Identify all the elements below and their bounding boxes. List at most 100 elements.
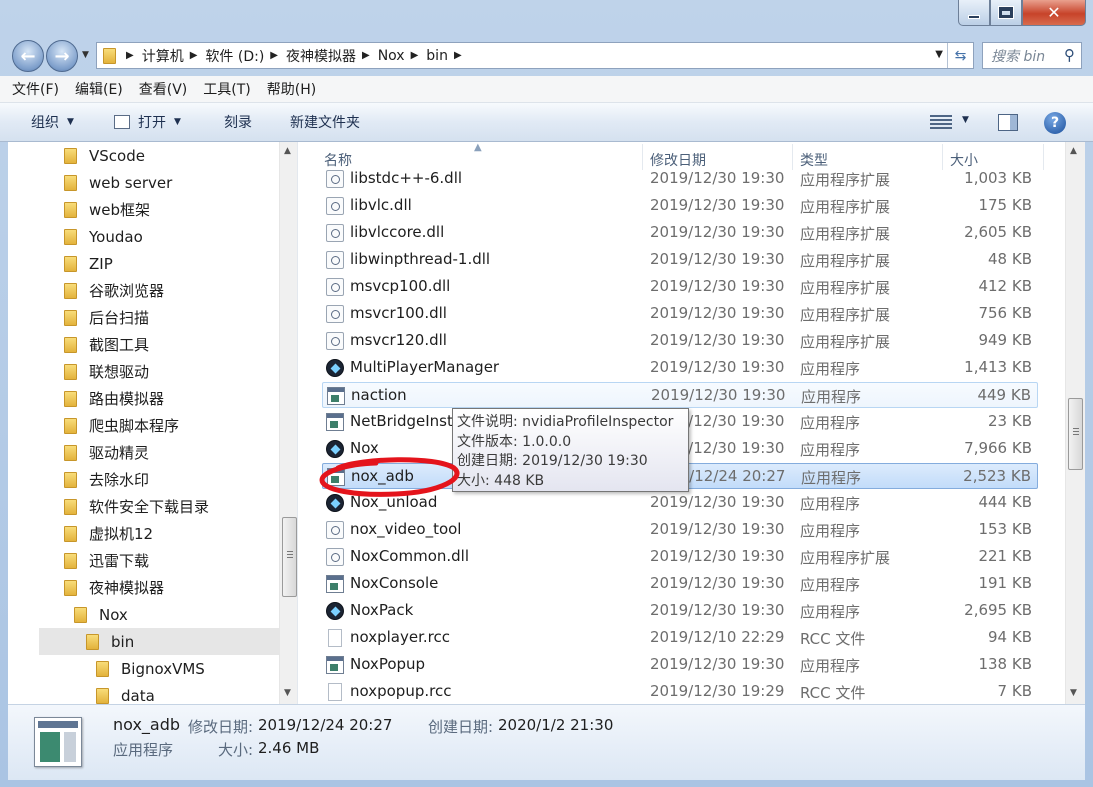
new-folder-button[interactable]: 新建文件夹 <box>290 112 360 132</box>
breadcrumb-separator-icon[interactable]: ▶ <box>454 50 462 61</box>
recent-pages-dropdown[interactable]: ▼ <box>82 50 89 60</box>
file-size: 2,605 KB <box>964 223 1032 241</box>
file-name: libvlccore.dll <box>350 223 445 241</box>
preview-pane-icon[interactable] <box>998 114 1018 131</box>
nav-folder-item[interactable]: 后台扫描 <box>64 304 149 331</box>
nav-folder-label: 迅雷下载 <box>89 552 150 570</box>
nav-folder-item[interactable]: Nox <box>74 601 128 628</box>
menu-view[interactable]: 查看(V) <box>139 79 188 99</box>
open-button[interactable]: 打开 ▼ <box>114 112 181 132</box>
nav-folder-label: 爬虫脚本程序 <box>89 417 180 435</box>
minimize-button[interactable] <box>958 0 990 26</box>
file-row[interactable]: msvcr120.dll 2019/12/30 19:30 应用程序扩展 949 KB <box>322 328 1038 354</box>
file-row[interactable]: NoxCommon.dll 2019/12/30 19:30 应用程序扩展 221 K… <box>322 544 1038 570</box>
nav-folder-item[interactable]: Youdao <box>64 223 143 250</box>
nav-folder-item[interactable]: ZIP <box>64 250 113 277</box>
file-size: 949 KB <box>978 331 1032 349</box>
file-name: libstdc++-6.dll <box>350 169 463 187</box>
file-row[interactable]: libvlc.dll 2019/12/30 19:30 应用程序扩展 175 KB <box>322 193 1038 219</box>
nav-folder-item[interactable]: 夜神模拟器 <box>64 574 164 601</box>
file-row[interactable]: naction 2019/12/30 19:30 应用程序 449 KB <box>322 382 1038 408</box>
file-row[interactable]: libstdc++-6.dll 2019/12/30 19:30 应用程序扩展 1,0… <box>322 166 1038 192</box>
file-row[interactable]: nox_video_tool 2019/12/30 19:30 应用程序 153 KB <box>322 517 1038 543</box>
search-icon[interactable]: ⚲ <box>1064 46 1075 64</box>
breadcrumb-item[interactable]: 软件 (D:) <box>205 46 264 66</box>
file-list-scroll-thumb[interactable] <box>1068 398 1083 470</box>
breadcrumb-separator-icon[interactable]: ▶ <box>411 50 419 61</box>
breadcrumb-separator-icon[interactable]: ▶ <box>126 50 134 61</box>
file-size: 175 KB <box>978 196 1032 214</box>
nav-folder-item[interactable]: 谷歌浏览器 <box>64 277 164 304</box>
file-row[interactable]: NoxPack 2019/12/30 19:30 应用程序 2,695 KB <box>322 598 1038 624</box>
address-bar[interactable]: ▶ 计算机 ▶ 软件 (D:) ▶ 夜神模拟器 ▶ Nox ▶ bin ▶ ▼ ⇆ <box>96 42 974 69</box>
nav-folder-item[interactable]: 驱动精灵 <box>64 439 149 466</box>
nav-folder-item[interactable]: bin <box>39 628 279 655</box>
file-row[interactable]: libvlccore.dll 2019/12/30 19:30 应用程序扩展 2,60… <box>322 220 1038 246</box>
menu-tools[interactable]: 工具(T) <box>203 79 250 99</box>
breadcrumb-item[interactable]: 计算机 <box>142 46 184 66</box>
breadcrumb-item[interactable]: 夜神模拟器 <box>286 46 356 66</box>
nav-folder-item[interactable]: 截图工具 <box>64 331 149 358</box>
nav-folder-item[interactable]: 去除水印 <box>64 466 149 493</box>
file-name: noxpopup.rcc <box>350 682 452 700</box>
details-modified-value: 2019/12/24 20:27 <box>258 716 393 734</box>
file-row[interactable]: NoxPopup 2019/12/30 19:30 应用程序 138 KB <box>322 652 1038 678</box>
file-row[interactable]: NoxConsole 2019/12/30 19:30 应用程序 191 KB <box>322 571 1038 597</box>
file-size: 449 KB <box>977 386 1031 404</box>
nav-folder-item[interactable]: web框架 <box>64 196 150 223</box>
file-row[interactable]: noxpopup.rcc 2019/12/30 19:29 RCC 文件 7 KB <box>322 679 1038 704</box>
nav-folder-item[interactable]: web server <box>64 169 172 196</box>
file-type: RCC 文件 <box>800 630 866 648</box>
nav-folder-item[interactable]: VScode <box>64 142 145 169</box>
file-row[interactable]: noxplayer.rcc 2019/12/10 22:29 RCC 文件 94 KB <box>322 625 1038 651</box>
nav-folder-item[interactable]: 软件安全下载目录 <box>64 493 209 520</box>
file-row[interactable]: libwinpthread-1.dll 2019/12/30 19:30 应用程序扩… <box>322 247 1038 273</box>
breadcrumb-item[interactable]: bin <box>426 48 448 64</box>
scroll-down-icon[interactable]: ▼ <box>284 688 291 698</box>
nav-folder-item[interactable]: BignoxVMS <box>96 655 205 682</box>
organize-button[interactable]: 组织 ▼ <box>31 112 74 132</box>
nav-folder-item[interactable]: 虚拟机12 <box>64 520 153 547</box>
nav-folder-item[interactable]: 路由模拟器 <box>64 385 164 412</box>
command-bar: 组织 ▼ 打开 ▼ 刻录 新建文件夹 ▼ ? <box>0 103 1093 142</box>
burn-button[interactable]: 刻录 <box>224 112 252 132</box>
help-icon[interactable]: ? <box>1044 112 1066 134</box>
folder-icon <box>64 471 77 488</box>
file-list-scrollbar[interactable]: ▲ ▼ <box>1065 142 1085 704</box>
nav-folder-item[interactable]: 联想驱动 <box>64 358 149 385</box>
file-date: 2019/12/30 19:30 <box>650 358 785 376</box>
file-row[interactable]: msvcp100.dll 2019/12/30 19:30 应用程序扩展 412 KB <box>322 274 1038 300</box>
breadcrumb-separator-icon[interactable]: ▶ <box>270 50 278 61</box>
menu-edit[interactable]: 编辑(E) <box>75 79 123 99</box>
forward-button[interactable]: → <box>46 40 78 72</box>
nav-folder-item[interactable]: 迅雷下载 <box>64 547 149 574</box>
close-button[interactable]: ✕ <box>1022 0 1086 26</box>
scroll-down-icon[interactable]: ▼ <box>1070 688 1077 698</box>
menu-file[interactable]: 文件(F) <box>12 79 59 99</box>
breadcrumb-separator-icon[interactable]: ▶ <box>190 50 198 61</box>
file-row[interactable]: msvcr100.dll 2019/12/30 19:30 应用程序扩展 756 KB <box>322 301 1038 327</box>
view-dropdown-icon[interactable]: ▼ <box>962 115 969 125</box>
refresh-button[interactable]: ⇆ <box>947 43 973 68</box>
maximize-button[interactable] <box>990 0 1022 26</box>
breadcrumb-item[interactable]: Nox <box>378 48 405 64</box>
address-dropdown-icon[interactable]: ▼ <box>935 49 943 60</box>
breadcrumb-separator-icon[interactable]: ▶ <box>362 50 370 61</box>
file-row[interactable]: MultiPlayerManager 2019/12/30 19:30 应用程序 1,… <box>322 355 1038 381</box>
view-options-icon[interactable] <box>930 115 952 129</box>
nav-folder-item[interactable]: data <box>96 682 155 704</box>
menu-help[interactable]: 帮助(H) <box>267 79 316 99</box>
back-button[interactable]: ← <box>12 40 44 72</box>
scroll-up-icon[interactable]: ▲ <box>284 146 291 156</box>
nav-folder-label: ZIP <box>89 254 113 273</box>
search-input[interactable]: 搜索 bin ⚲ <box>982 42 1082 69</box>
minimize-icon <box>968 14 980 19</box>
nav-folder-label: 虚拟机12 <box>89 525 154 543</box>
nav-scroll-thumb[interactable] <box>282 517 297 597</box>
scroll-up-icon[interactable]: ▲ <box>1070 146 1077 156</box>
nav-folder-item[interactable]: 爬虫脚本程序 <box>64 412 179 439</box>
file-size: 153 KB <box>978 520 1032 538</box>
folder-icon <box>64 282 77 299</box>
nav-scrollbar[interactable]: ▲ ▼ <box>279 142 297 704</box>
file-name: libwinpthread-1.dll <box>350 250 491 268</box>
